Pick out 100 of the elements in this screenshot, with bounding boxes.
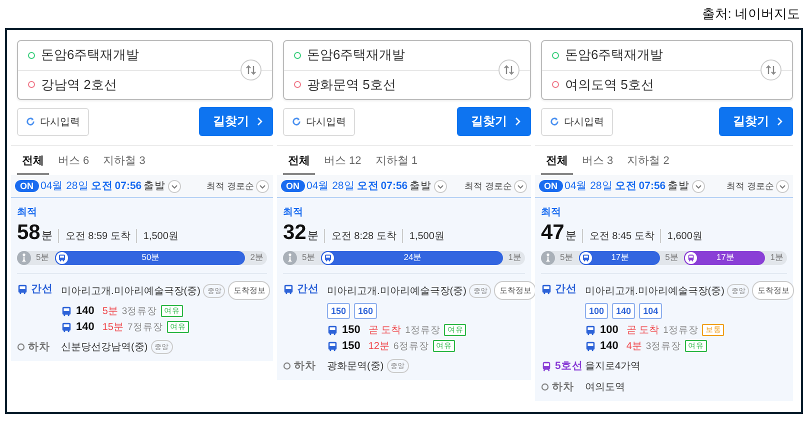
swap-icon[interactable] <box>760 59 782 81</box>
dropdown-icon[interactable] <box>776 180 789 192</box>
route-type-tab[interactable]: 버스 3 <box>577 146 618 175</box>
walk-time: 1분 <box>507 252 523 264</box>
walk-time: 5분 <box>35 252 51 264</box>
route-tag: 최적 <box>283 205 525 219</box>
arrival-eta: 5분 <box>102 305 118 318</box>
sort-order[interactable]: 최적 경로순 <box>464 180 512 192</box>
reset-button[interactable]: 다시입력 <box>17 108 89 136</box>
refresh-icon <box>292 117 301 126</box>
departure-date[interactable]: 04월 28일 <box>40 179 89 193</box>
departure-period[interactable]: 오전 <box>614 179 637 193</box>
departure-time[interactable]: 07:56 <box>380 180 408 192</box>
departure-time[interactable]: 07:56 <box>638 180 666 192</box>
dropdown-icon[interactable] <box>692 180 705 192</box>
departure-period[interactable]: 오전 <box>356 179 379 193</box>
end-point-icon <box>28 81 35 88</box>
end-point-icon <box>552 81 559 88</box>
end-point-icon <box>294 81 301 88</box>
refresh-icon <box>26 117 35 126</box>
stop-name: 미아리고개.미아리예술극장(중) <box>61 284 200 298</box>
stop-name: 광화문역(중) <box>327 360 384 373</box>
reset-button[interactable]: 다시입력 <box>283 108 355 136</box>
stop-name: 여의도역 <box>585 381 625 394</box>
dropdown-icon[interactable] <box>434 180 447 192</box>
line-label: 5호선 <box>555 359 583 373</box>
search-route-button[interactable]: 길찾기 <box>457 107 531 136</box>
walk-time: 5분 <box>301 252 317 264</box>
destination-input[interactable]: 강남역 2호선 <box>41 76 117 94</box>
departure-date[interactable]: 04월 28일 <box>564 179 613 193</box>
train-icon <box>686 254 695 262</box>
total-duration: 47 분 <box>541 221 576 245</box>
dropdown-icon[interactable] <box>256 180 269 192</box>
bus-icon <box>61 306 72 316</box>
swap-icon[interactable] <box>240 59 262 81</box>
walk-icon <box>17 251 31 265</box>
sort-order[interactable]: 최적 경로순 <box>726 180 774 192</box>
sort-order[interactable]: 최적 경로순 <box>206 180 254 192</box>
departure-period[interactable]: 오전 <box>90 179 113 193</box>
bus-icon <box>17 284 28 294</box>
swap-icon[interactable] <box>498 59 520 81</box>
arrival-time: 오전 8:59 도착 <box>58 229 130 243</box>
arrival-info-button[interactable]: 도착정보 <box>752 281 794 300</box>
bus-number-chip[interactable]: 160 <box>354 303 378 319</box>
route-type-tab[interactable]: 지하철 3 <box>98 146 150 175</box>
bus-number-chip[interactable]: 140 <box>612 303 636 319</box>
destination-input[interactable]: 여의도역 5호선 <box>565 76 654 94</box>
walk-time: 5분 <box>664 252 680 264</box>
chevron-right-icon <box>777 117 783 126</box>
arrival-eta: 15분 <box>102 321 124 334</box>
ride-segment-bar: 17분 <box>684 251 766 265</box>
ride-segment-bar: 17분 <box>578 251 660 265</box>
bus-icon <box>541 284 552 294</box>
arrival-time: 오전 8:45 도착 <box>582 229 654 243</box>
reset-button[interactable]: 다시입력 <box>541 108 613 136</box>
line-label: 간선 <box>555 282 577 296</box>
dropdown-icon[interactable] <box>514 180 527 192</box>
route-type-tab[interactable]: 버스 6 <box>53 146 94 175</box>
destination-input[interactable]: 광화문역 5호선 <box>307 76 396 94</box>
ride-segment-bar: 24분 <box>320 251 504 265</box>
route-type-tab[interactable]: 버스 12 <box>319 146 366 175</box>
alight-point-icon <box>17 343 25 351</box>
departure-label: 출발 <box>668 179 690 193</box>
bus-number-chip[interactable]: 150 <box>327 303 350 319</box>
on-badge: ON <box>281 180 304 192</box>
departure-label: 출발 <box>410 179 432 193</box>
search-route-button[interactable]: 길찾기 <box>199 107 273 136</box>
bus-number-chip[interactable]: 100 <box>585 303 608 319</box>
bus-number: 140 <box>76 321 94 333</box>
arrival-time: 오전 8:28 도착 <box>324 229 396 243</box>
departure-time[interactable]: 07:56 <box>114 180 142 192</box>
departure-date[interactable]: 04월 28일 <box>306 179 355 193</box>
dropdown-icon[interactable] <box>168 180 181 192</box>
departure-label: 출발 <box>144 179 166 193</box>
stops-away: 1정류장 <box>663 324 698 336</box>
arrival-eta: 곧 도착 <box>626 324 660 337</box>
start-input[interactable]: 돈암6주택재개발 <box>307 46 406 64</box>
stops-away: 1정류장 <box>405 324 440 336</box>
route-type-tab[interactable]: 지하철 2 <box>622 146 674 175</box>
on-badge: ON <box>539 180 562 192</box>
bus-number-chip[interactable]: 104 <box>639 303 662 319</box>
line-label: 하차 <box>28 340 50 354</box>
bus-icon <box>61 322 72 332</box>
route-tag: 최적 <box>17 205 267 219</box>
stops-away: 3정류장 <box>646 340 682 352</box>
total-duration: 32 분 <box>283 221 318 245</box>
stop-name: 미아리고개.미아리예술극장(중) <box>585 284 724 298</box>
route-type-tab[interactable]: 지하철 1 <box>370 146 422 175</box>
refresh-icon <box>550 117 559 126</box>
line-label: 하차 <box>294 359 316 373</box>
start-point-icon <box>552 52 559 59</box>
line-label: 하차 <box>552 380 574 394</box>
route-tag: 최적 <box>541 205 787 219</box>
bus-number: 140 <box>76 305 94 317</box>
arrival-info-button[interactable]: 도착정보 <box>228 281 270 300</box>
start-input[interactable]: 돈암6주택재개발 <box>41 46 140 64</box>
arrival-info-button[interactable]: 도착정보 <box>494 281 535 300</box>
source-caption: 출처: 네이버지도 <box>702 5 800 23</box>
search-route-button[interactable]: 길찾기 <box>719 107 793 136</box>
start-input[interactable]: 돈암6주택재개발 <box>565 46 664 64</box>
